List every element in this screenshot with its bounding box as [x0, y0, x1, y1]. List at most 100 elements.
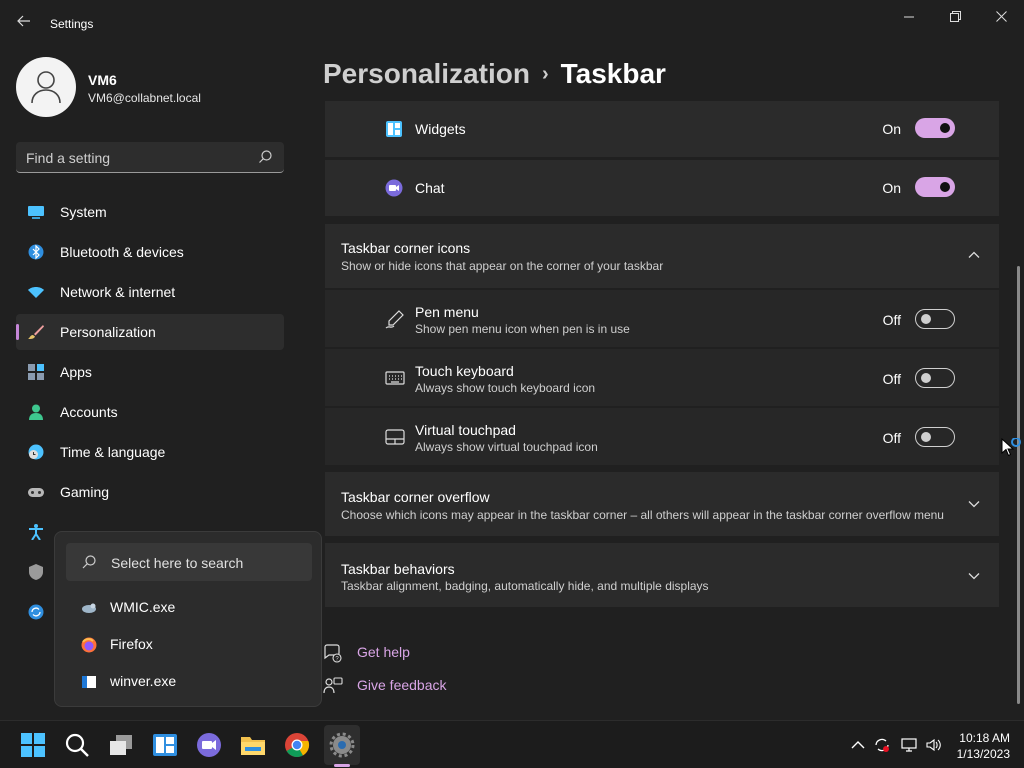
- sidebar-item-label: Network & internet: [60, 284, 176, 300]
- virtual-touchpad-state: Off: [882, 430, 901, 446]
- taskbar-clock[interactable]: 10:18 AM 1/13/2023: [957, 730, 1010, 762]
- pen-menu-toggle[interactable]: [915, 309, 955, 329]
- search-popup: Select here to search WMIC.exe Firefox w…: [54, 531, 322, 707]
- chat-label: Chat: [415, 180, 445, 196]
- teams-chat-icon[interactable]: [196, 732, 222, 758]
- get-help-label: Get help: [357, 644, 410, 660]
- clock-date: 1/13/2023: [956, 747, 1010, 761]
- file-explorer-icon[interactable]: [240, 732, 266, 758]
- close-button[interactable]: [986, 8, 1016, 26]
- volume-icon[interactable]: [926, 737, 942, 753]
- settings-search-input[interactable]: [26, 148, 246, 168]
- sidebar-item-label: Accounts: [60, 404, 118, 420]
- breadcrumb: Personalization › Taskbar: [323, 58, 666, 90]
- accounts-icon: [29, 404, 43, 420]
- task-view-icon[interactable]: [108, 732, 134, 758]
- title-bar: Settings: [0, 0, 1024, 48]
- chat-row: Chat On: [325, 160, 999, 216]
- widgets-label: Widgets: [415, 121, 466, 137]
- back-arrow-icon: [17, 15, 30, 27]
- chrome-icon[interactable]: [284, 732, 310, 758]
- settings-gear-icon[interactable]: [329, 732, 355, 758]
- close-icon: [995, 11, 1007, 22]
- sidebar-item-apps[interactable]: Apps: [16, 354, 284, 390]
- winver-icon: [82, 676, 96, 688]
- user-profile[interactable]: VM6 VM6@collabnet.local: [16, 57, 306, 117]
- network-icon[interactable]: [901, 737, 917, 753]
- virtual-touchpad-row: Virtual touchpad Always show virtual tou…: [325, 408, 999, 465]
- widgets-state: On: [882, 121, 901, 137]
- system-icon: [28, 206, 44, 219]
- sidebar-item-accounts[interactable]: Accounts: [16, 394, 284, 430]
- minimize-button[interactable]: [894, 8, 924, 26]
- chevron-up-icon[interactable]: [850, 737, 866, 753]
- start-icon[interactable]: [20, 732, 46, 758]
- chevron-down-icon[interactable]: [967, 569, 981, 583]
- user-icon: [31, 71, 61, 104]
- app-title: Settings: [50, 17, 94, 31]
- corner-icons-header[interactable]: Taskbar corner icons Show or hide icons …: [325, 224, 999, 288]
- widgets-taskbar-icon[interactable]: [152, 732, 178, 758]
- chevron-down-icon[interactable]: [967, 497, 981, 511]
- popup-search-box[interactable]: Select here to search: [66, 543, 312, 581]
- touchpad-icon: [385, 429, 405, 445]
- pen-menu-row: Pen menu Show pen menu icon when pen is …: [325, 290, 999, 347]
- restore-icon: [949, 11, 961, 22]
- settings-search-box[interactable]: [16, 142, 284, 173]
- windows-taskbar: 10:18 AM 1/13/2023: [0, 720, 1024, 768]
- sidebar-item-bluetooth[interactable]: Bluetooth & devices: [16, 234, 284, 270]
- chevron-up-icon[interactable]: [967, 248, 981, 262]
- keyboard-icon: [385, 371, 405, 385]
- user-name: VM6: [88, 72, 117, 88]
- back-button[interactable]: [14, 14, 34, 34]
- restore-button[interactable]: [940, 8, 970, 26]
- virtual-touchpad-toggle[interactable]: [915, 427, 955, 447]
- touch-keyboard-desc: Always show touch keyboard icon: [415, 381, 596, 395]
- corner-overflow-header[interactable]: Taskbar corner overflow Choose which ico…: [325, 472, 999, 536]
- sidebar-item-system[interactable]: System: [16, 194, 284, 230]
- corner-overflow-title: Taskbar corner overflow: [341, 489, 490, 505]
- sidebar-item-label: System: [60, 204, 107, 220]
- sidebar-item-network[interactable]: Network & internet: [16, 274, 284, 310]
- shield-icon: [29, 564, 43, 580]
- apps-icon: [28, 364, 44, 380]
- sidebar-item-time-language[interactable]: Time & language: [16, 434, 284, 470]
- widgets-toggle[interactable]: [915, 118, 955, 138]
- virtual-touchpad-title: Virtual touchpad: [415, 422, 516, 438]
- virtual-touchpad-desc: Always show virtual touchpad icon: [415, 440, 598, 454]
- taskbar-search-icon[interactable]: [64, 732, 90, 758]
- main-scrollbar[interactable]: [1017, 266, 1020, 704]
- pen-icon: [385, 310, 404, 329]
- chat-icon: [385, 179, 403, 197]
- mouse-cursor-icon: [1001, 438, 1021, 457]
- running-indicator: [334, 764, 350, 767]
- widgets-icon: [386, 121, 402, 137]
- page-title: Taskbar: [560, 58, 666, 89]
- popup-item-label: winver.exe: [110, 673, 177, 689]
- behaviors-header[interactable]: Taskbar behaviors Taskbar alignment, bad…: [325, 543, 999, 607]
- sync-error-icon[interactable]: [874, 737, 890, 753]
- chat-toggle[interactable]: [915, 177, 955, 197]
- sidebar-item-personalization[interactable]: Personalization: [16, 314, 284, 350]
- pen-menu-title: Pen menu: [415, 304, 479, 320]
- minimize-icon: [904, 16, 914, 18]
- touch-keyboard-state: Off: [882, 371, 901, 387]
- breadcrumb-separator: ›: [541, 63, 549, 85]
- search-icon[interactable]: [259, 150, 272, 168]
- sidebar-item-label: Time & language: [60, 444, 166, 460]
- help-icon: ?: [324, 644, 342, 663]
- pen-menu-state: Off: [882, 312, 901, 328]
- search-icon: [82, 555, 96, 569]
- corner-icons-desc: Show or hide icons that appear on the co…: [341, 259, 664, 273]
- wifi-icon: [28, 287, 44, 298]
- touch-keyboard-title: Touch keyboard: [415, 363, 514, 379]
- sidebar-item-label: Apps: [60, 364, 92, 380]
- breadcrumb-parent[interactable]: Personalization: [323, 58, 530, 89]
- gamepad-icon: [28, 488, 44, 497]
- clock-time: 10:18 AM: [959, 731, 1010, 745]
- sidebar-item-gaming[interactable]: Gaming: [16, 474, 284, 510]
- touch-keyboard-toggle[interactable]: [915, 368, 955, 388]
- popup-item-label: WMIC.exe: [110, 599, 176, 615]
- corner-overflow-desc: Choose which icons may appear in the tas…: [341, 508, 944, 522]
- update-icon: [28, 604, 44, 620]
